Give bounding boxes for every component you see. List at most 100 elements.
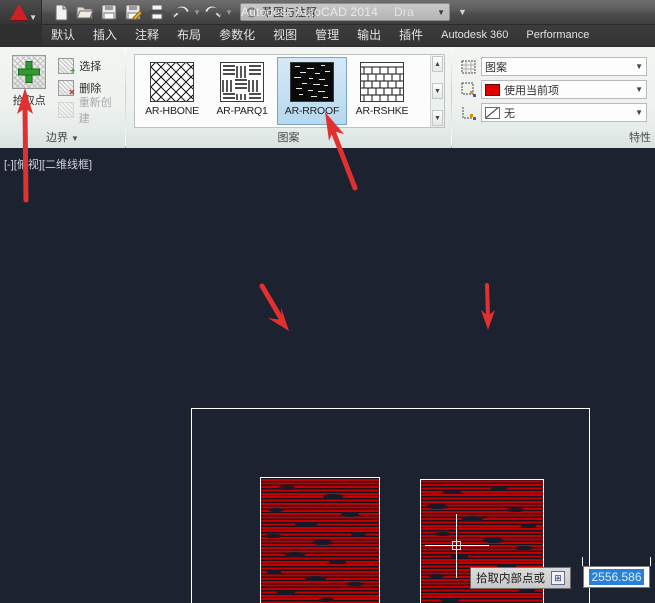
dynamic-input-value: 2556.586 [589,569,643,585]
hatch-color-select[interactable]: 使用当前项 ▼ [481,80,647,99]
background-color-value: 无 [504,105,515,121]
pattern-item-ar-rroof[interactable]: AR-RROOF [277,57,347,125]
panel-properties-title[interactable]: 特性 [452,129,655,148]
qat-overflow-icon[interactable]: ▼ [458,7,467,17]
pattern-name-ar-hbone: AR-HBONE [145,105,199,117]
redo-dropdown-icon[interactable]: ▾ [226,7,232,18]
pattern-gallery-scrollbar[interactable]: ▲ ▼ ▼ [430,55,444,127]
panel-pattern-title-text: 图案 [278,132,300,144]
tab-performance[interactable]: Performance [517,24,598,46]
dyninput-tick-right [650,557,651,566]
tab-insert[interactable]: 插入 [84,24,126,46]
remove-boundary-icon: ✕ [58,80,74,96]
workspace-selector[interactable]: 草图与注释 ▼ [240,3,450,21]
boundary-small-buttons: + 选择 ✕ 删除 重新创建 [54,51,121,120]
hatch-color-icon [461,82,477,98]
chevron-down-icon[interactable]: ▼ [29,14,37,22]
dynamic-input-tooltip: 拾取内部点或 ⊞ [470,567,571,589]
viewport-label[interactable]: [-][俯视][二维线框] [4,156,92,172]
new-file-icon[interactable] [50,2,72,22]
panel-boundaries-title[interactable]: 边界▼ [0,129,125,148]
cursor-pickbox [452,541,461,550]
autocad-window: ▼ ▾ ▾ [0,0,655,603]
select-objects-icon: + [58,58,74,74]
panel-properties-title-text: 特性 [629,132,651,144]
hatch-type-value: 图案 [485,59,507,75]
open-file-icon[interactable] [74,2,96,22]
autocad-logo-icon [10,4,28,20]
recreate-boundary-button[interactable]: 重新创建 [58,100,121,120]
pattern-item-ar-hbone[interactable]: AR-HBONE [137,57,207,125]
ribbon-tab-bar: 默认 插入 注释 布局 参数化 视图 管理 输出 插件 Autodesk 360… [0,25,655,47]
chevron-down-icon[interactable]: ▼ [635,108,643,117]
tabbar-logo-spacer [0,24,42,46]
tab-parametric[interactable]: 参数化 [210,24,264,46]
pattern-gallery: AR-HBONE [134,54,445,128]
chevron-down-icon[interactable]: ▼ [437,8,445,17]
expand-options-icon[interactable]: ⊞ [551,571,565,585]
redo-icon[interactable] [202,2,224,22]
tab-addins[interactable]: 插件 [390,24,432,46]
save-as-icon[interactable] [122,2,144,22]
application-menu-button[interactable]: ▼ [0,0,42,25]
pattern-name-ar-rshke: AR-RSHKE [356,105,409,117]
undo-dropdown-icon[interactable]: ▾ [194,7,200,18]
background-color-icon [461,105,477,121]
panel-boundaries: 拾取点 + 选择 ✕ 删除 重新创建 边界 [0,47,125,148]
pick-points-icon [12,55,46,89]
panel-pattern-body: AR-HBONE [126,47,451,129]
tab-output[interactable]: 输出 [348,24,390,46]
pattern-item-ar-rshke[interactable]: AR-RSHKE [347,57,417,125]
dyninput-tick-left [582,557,583,566]
dynamic-input-prompt: 拾取内部点或 [476,570,545,586]
color-swatch-red [485,84,500,96]
pattern-name-ar-rroof: AR-RROOF [285,105,339,117]
recreate-boundary-icon [58,102,73,118]
pattern-gallery-items: AR-HBONE [135,55,419,127]
pick-points-button[interactable]: 拾取点 [4,51,54,108]
select-boundary-button[interactable]: + 选择 [58,56,121,76]
gear-icon [245,6,258,19]
workspace-name: 草图与注释 [262,4,433,20]
panel-properties-body: 图案 ▼ 使用当前项 ▼ [452,47,655,129]
tab-autodesk-360[interactable]: Autodesk 360 [432,24,517,46]
panel-boundaries-body: 拾取点 + 选择 ✕ 删除 重新创建 [0,47,125,129]
pattern-swatch-parquet-icon [220,62,264,102]
hatch-color-row: 使用当前项 ▼ [461,79,647,100]
scroll-down-icon[interactable]: ▼ [432,83,443,99]
undo-icon[interactable] [170,2,192,22]
tab-annotate[interactable]: 注释 [126,24,168,46]
pattern-swatch-shake-icon [360,62,404,102]
chevron-down-icon[interactable]: ▼ [635,62,643,71]
background-color-row: 无 ▼ [461,102,647,123]
pattern-name-ar-parq1: AR-PARQ1 [216,105,267,117]
hatch-type-row: 图案 ▼ [461,56,647,77]
ribbon-panels: 拾取点 + 选择 ✕ 删除 重新创建 边界 [0,47,655,148]
scroll-expand-icon[interactable]: ▼ [432,110,443,126]
recreate-boundary-label: 重新创建 [79,94,121,126]
tab-view[interactable]: 视图 [264,24,306,46]
tab-default[interactable]: 默认 [42,24,84,46]
pick-points-label: 拾取点 [13,92,46,108]
print-icon[interactable] [146,2,168,22]
hatch-color-value: 使用当前项 [504,82,559,98]
background-color-select[interactable]: 无 ▼ [481,103,647,122]
properties-rows: 图案 ▼ 使用当前项 ▼ [456,51,651,125]
hatch-type-select[interactable]: 图案 ▼ [481,57,647,76]
panel-pattern: AR-HBONE [126,47,451,148]
color-swatch-none [485,107,500,119]
dynamic-input-field[interactable]: 2556.586 [583,566,650,588]
tab-manage[interactable]: 管理 [306,24,348,46]
tab-layout[interactable]: 布局 [168,24,210,46]
drawing-canvas[interactable]: [-][俯视][二维线框] [0,148,655,603]
quick-access-toolbar: ▾ ▾ 草图与注释 ▼ ▼ [42,2,467,22]
hatch-region-left[interactable] [260,477,380,603]
save-icon[interactable] [98,2,120,22]
panel-pattern-title[interactable]: 图案 [126,129,451,148]
chevron-down-icon[interactable]: ▼ [71,134,79,143]
panel-properties: 图案 ▼ 使用当前项 ▼ [452,47,655,148]
chevron-down-icon[interactable]: ▼ [635,85,643,94]
panel-boundaries-title-text: 边界 [46,132,68,144]
pattern-item-ar-parq1[interactable]: AR-PARQ1 [207,57,277,125]
scroll-up-icon[interactable]: ▲ [432,56,443,72]
